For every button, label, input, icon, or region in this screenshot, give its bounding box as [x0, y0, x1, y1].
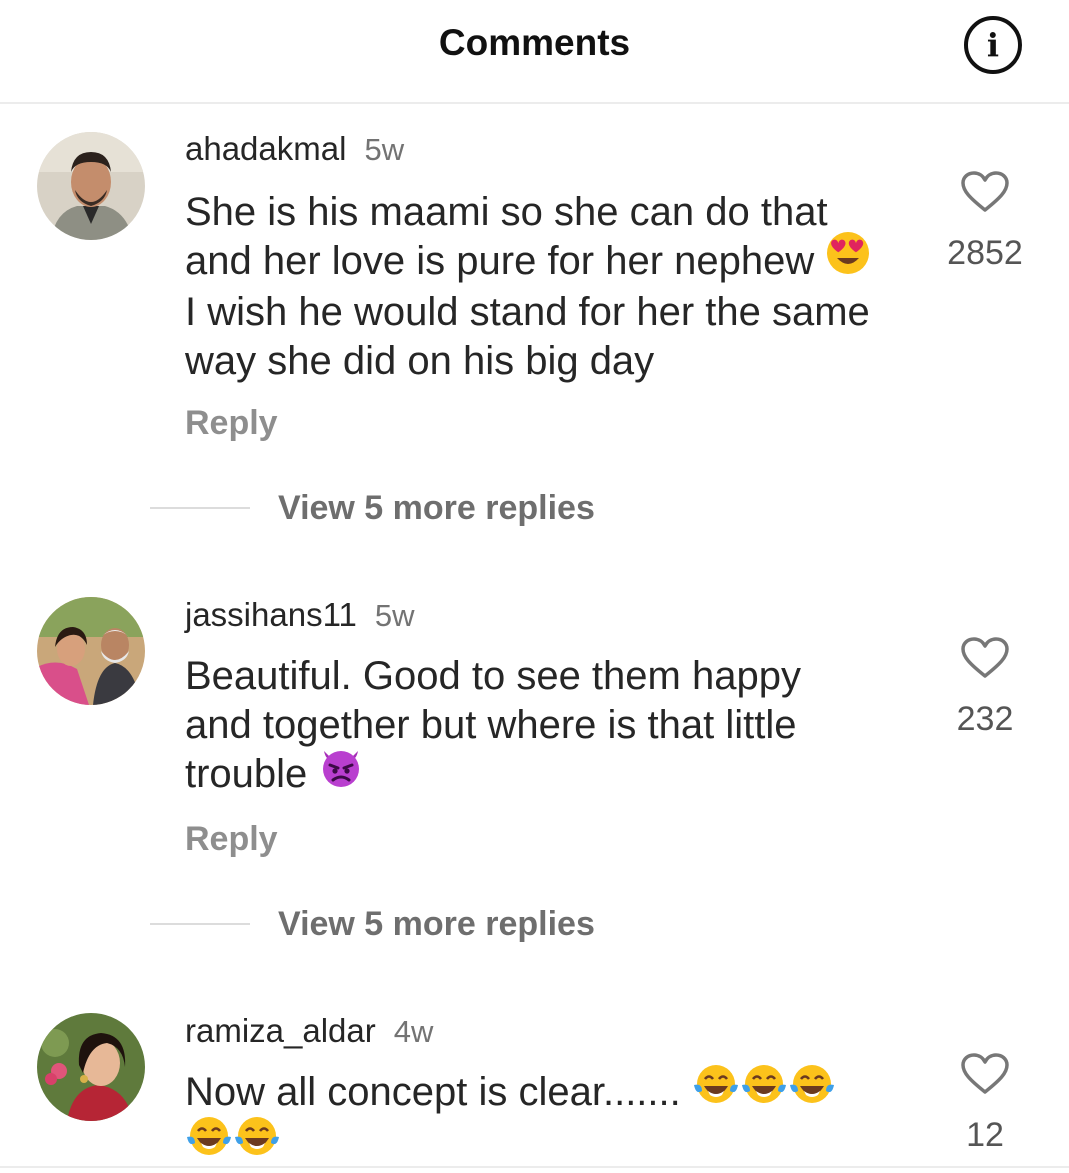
- comment-time: 4w: [393, 1014, 434, 1049]
- avatar[interactable]: [37, 132, 145, 240]
- comments-header: Comments i: [0, 0, 1069, 104]
- comment-line-with-emoji: trouble: [185, 750, 915, 801]
- comment-line: way she did on his big day: [185, 339, 655, 384]
- heart-outline-icon[interactable]: [960, 636, 1010, 680]
- tears-of-joy-emoji-icon: [692, 1061, 740, 1119]
- comment-meta: jassihans11 5w: [185, 596, 414, 634]
- info-icon[interactable]: i: [964, 16, 1022, 74]
- heart-outline-icon[interactable]: [960, 170, 1010, 214]
- comment-line: Beautiful. Good to see them happy: [185, 654, 801, 698]
- like-control[interactable]: 232: [945, 636, 1025, 739]
- reply-button[interactable]: Reply: [185, 820, 278, 859]
- avatar[interactable]: [37, 1013, 145, 1121]
- comment-line: and together but where is that little: [185, 703, 797, 747]
- reply-button[interactable]: Reply: [185, 404, 278, 443]
- like-count: 232: [956, 700, 1014, 738]
- emoji-line: [185, 1116, 915, 1170]
- comment-line: trouble: [185, 752, 308, 796]
- comment-meta: ahadakmal 5w: [185, 130, 404, 168]
- heart-outline-icon[interactable]: [960, 1052, 1010, 1096]
- comment-text: She is his maami so she can do that and …: [185, 188, 915, 386]
- comment-line: and her love is pure for her nephew: [185, 239, 815, 283]
- like-control[interactable]: 12: [945, 1052, 1025, 1155]
- divider: [150, 507, 250, 509]
- avatar[interactable]: [37, 597, 145, 705]
- view-replies-label: View 5 more replies: [278, 488, 595, 527]
- username[interactable]: ahadakmal: [185, 130, 346, 167]
- tears-of-joy-emoji-icon: [788, 1061, 836, 1119]
- like-control[interactable]: 2852: [945, 170, 1025, 273]
- comment-line: I wish he would stand for her the same: [185, 290, 870, 335]
- tears-of-joy-emoji-icon: [185, 1113, 233, 1171]
- like-count: 12: [966, 1116, 1004, 1154]
- comment-time: 5w: [364, 132, 405, 167]
- divider: [0, 1166, 1069, 1168]
- comment-text: Now all concept is clear.......: [185, 1065, 915, 1171]
- angry-devil-emoji-icon: [318, 743, 364, 801]
- comment-line-with-emoji: Now all concept is clear.......: [185, 1065, 915, 1119]
- divider: [150, 923, 250, 925]
- comment-time: 5w: [374, 598, 415, 633]
- tears-of-joy-emoji-icon: [233, 1113, 281, 1171]
- view-replies-label: View 5 more replies: [278, 904, 595, 943]
- username[interactable]: ramiza_aldar: [185, 1012, 376, 1049]
- username[interactable]: jassihans11: [185, 596, 357, 633]
- comment-meta: ramiza_aldar 4w: [185, 1012, 433, 1050]
- comment-line: She is his maami so she can do that: [185, 190, 828, 234]
- comment-text: Beautiful. Good to see them happy and to…: [185, 652, 915, 801]
- like-count: 2852: [947, 234, 1023, 272]
- page-title: Comments: [438, 22, 631, 63]
- view-replies-button[interactable]: View 5 more replies: [150, 488, 595, 528]
- comment-line-with-emoji: and her love is pure for her nephew: [185, 232, 915, 288]
- view-replies-button[interactable]: View 5 more replies: [150, 904, 595, 944]
- heart-eyes-emoji-icon: [825, 230, 871, 288]
- tears-of-joy-emoji-icon: [740, 1061, 788, 1119]
- comment-line: Now all concept is clear.......: [185, 1070, 681, 1114]
